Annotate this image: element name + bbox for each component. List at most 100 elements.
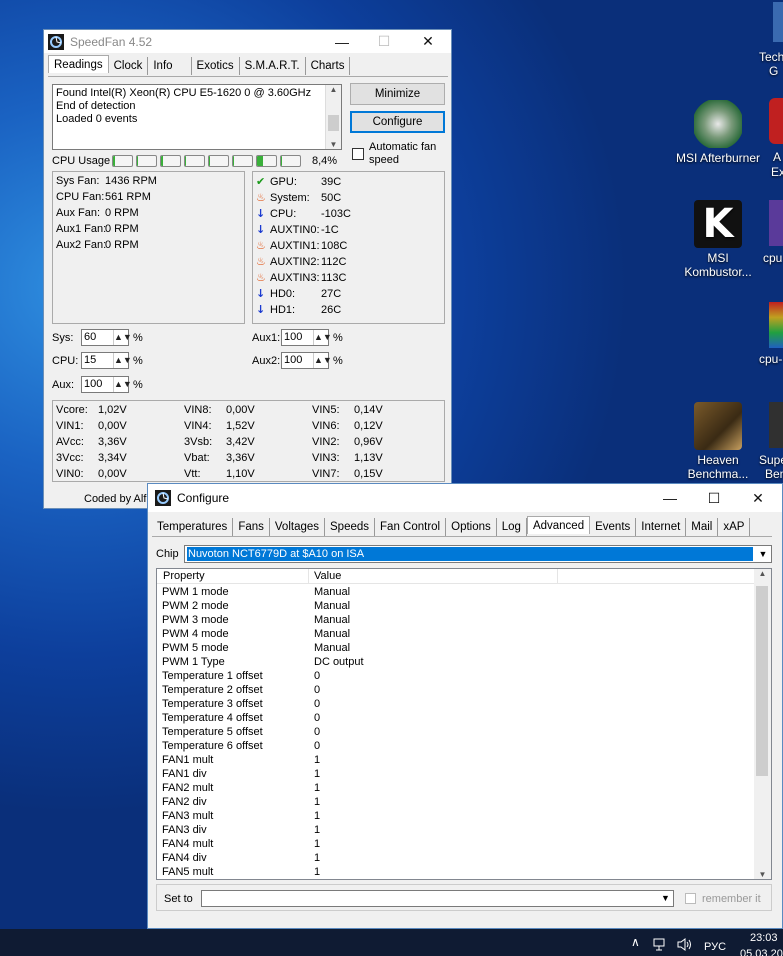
fan-row: Sys Fan: 1436 RPM xyxy=(56,175,157,187)
desktop-icon-afterburner[interactable]: MSI Afterburner xyxy=(675,100,761,165)
cpu-core-fill xyxy=(209,156,211,166)
tab-temperatures[interactable]: Temperatures xyxy=(152,518,234,536)
clock-date[interactable]: 05.03.20 xyxy=(740,948,783,956)
scroll-down-icon[interactable]: ▼ xyxy=(326,140,341,149)
minimize-window-button[interactable]: — xyxy=(648,484,692,512)
clock-time[interactable]: 23:03 xyxy=(750,932,778,944)
tab-readings[interactable]: Readings xyxy=(48,55,109,73)
scroll-up-icon[interactable]: ▲ xyxy=(754,569,771,578)
flame-icon: ♨ xyxy=(256,255,266,268)
scroll-thumb[interactable] xyxy=(756,586,768,776)
desktop-icon-kombustor[interactable]: K MSI Kombustor... xyxy=(675,200,761,279)
volume-icon[interactable] xyxy=(677,938,693,951)
property-value: 1 xyxy=(314,796,321,808)
tab-voltages[interactable]: Voltages xyxy=(270,518,326,536)
log-scrollbar[interactable]: ▲ ▼ xyxy=(325,85,341,149)
desktop-icon-label: Heaven Benchma... xyxy=(687,453,749,481)
tab-charts[interactable]: Charts xyxy=(306,57,351,75)
spinner-arrows-icon[interactable]: ▲▼ xyxy=(113,330,132,345)
tab-xap[interactable]: xAP xyxy=(718,518,751,536)
tab-fan-control[interactable]: Fan Control xyxy=(375,518,447,536)
aux2-speed-spinner[interactable]: 100 ▲▼ xyxy=(281,352,332,369)
set-to-select[interactable]: ▼ xyxy=(201,890,674,907)
column-header-property[interactable]: Property xyxy=(163,570,205,582)
log-line: End of detection xyxy=(56,100,136,112)
maximize-window-button[interactable]: ☐ xyxy=(364,30,404,53)
tab-speeds[interactable]: Speeds xyxy=(325,518,376,536)
listview-scrollbar[interactable]: ▲ ▼ xyxy=(754,569,771,879)
spinner-arrows-icon[interactable]: ▲▼ xyxy=(313,330,332,345)
tab-internet[interactable]: Internet xyxy=(636,518,687,536)
log-box[interactable]: Found Intel(R) Xeon(R) CPU E5-1620 0 @ 3… xyxy=(52,84,342,150)
chip-select[interactable]: Nuvoton NCT6779D at $A10 on ISA ▼ xyxy=(184,545,772,563)
chevron-down-icon[interactable]: ▼ xyxy=(658,891,673,906)
tab-log[interactable]: Log xyxy=(497,518,527,536)
language-indicator[interactable]: РУС xyxy=(704,941,726,953)
fan-value: 0 RPM xyxy=(105,207,139,219)
scroll-down-icon[interactable]: ▼ xyxy=(754,870,771,879)
close-window-button[interactable]: ✕ xyxy=(408,30,448,53)
fan-row: Aux2 Fan:0 RPM xyxy=(56,239,139,251)
property-value: Manual xyxy=(314,628,351,640)
tab-clock[interactable]: Clock xyxy=(109,57,149,75)
cpu-core-bar xyxy=(256,155,277,167)
network-icon[interactable] xyxy=(653,938,669,951)
spinner-arrows-icon[interactable]: ▲▼ xyxy=(113,353,132,368)
maximize-window-button[interactable]: ☐ xyxy=(692,484,736,512)
configure-button[interactable]: Configure xyxy=(350,111,445,133)
properties-listview[interactable]: Property Value PWM 1 mode Manual PWM 2 mod… xyxy=(156,568,772,880)
temp-value: 108C xyxy=(321,240,348,252)
edge-icon-2 xyxy=(769,98,783,144)
column-header-value[interactable]: Value xyxy=(314,570,341,582)
tab-events[interactable]: Events xyxy=(590,518,637,536)
close-window-button[interactable]: ✕ xyxy=(736,484,780,512)
sys-speed-value: 60 xyxy=(84,331,97,343)
tab-mail[interactable]: Mail xyxy=(686,518,719,536)
chevron-down-icon[interactable]: ▼ xyxy=(755,546,771,562)
cpu-speed-value: 15 xyxy=(84,354,97,366)
auto-fan-checkbox[interactable] xyxy=(352,148,364,160)
speedfan-titlebar[interactable]: SpeedFan 4.52 — ☐ ✕ xyxy=(44,30,451,53)
spinner-arrows-icon[interactable]: ▲▼ xyxy=(113,377,132,392)
aux1-speed-spinner[interactable]: 100 ▲▼ xyxy=(281,329,332,346)
property-value: 0 xyxy=(314,740,321,752)
minimize-window-button[interactable]: — xyxy=(322,30,362,53)
sys-speed-label: Sys: xyxy=(52,332,74,344)
sys-speed-spinner[interactable]: 60 ▲▼ xyxy=(81,329,132,346)
tab-smart[interactable]: S.M.A.R.T. xyxy=(240,57,306,75)
tab-exotics[interactable]: Exotics xyxy=(192,57,240,75)
tab-options[interactable]: Options xyxy=(446,518,497,536)
voltage-row: VIN1: 0,00V xyxy=(56,420,127,432)
cpu-core-fill xyxy=(257,156,263,166)
property-name: FAN3 mult xyxy=(162,810,214,822)
voltage-name: Vbat: xyxy=(184,452,210,464)
minimize-button[interactable]: Minimize xyxy=(350,83,445,105)
property-name: PWM 1 Type xyxy=(162,656,225,668)
aux-speed-spinner[interactable]: 100 ▲▼ xyxy=(81,376,132,393)
temp-row: ♨ System: 50C xyxy=(256,191,341,204)
voltage-row: Vcore: 1,02V xyxy=(56,404,127,416)
desktop-icon-heaven[interactable]: Heaven Benchma... xyxy=(675,402,761,481)
fan-row: Aux Fan: 0 RPM xyxy=(56,207,139,219)
temp-name: AUXTIN1: xyxy=(270,240,320,252)
taskbar: ∧ РУС 23:03 05.03.20 xyxy=(0,929,783,956)
scroll-thumb[interactable] xyxy=(328,115,339,131)
cpu-speed-spinner[interactable]: 15 ▲▼ xyxy=(81,352,132,369)
spinner-arrows-icon[interactable]: ▲▼ xyxy=(313,353,332,368)
tab-info[interactable]: Info xyxy=(148,57,192,75)
pct-sign: % xyxy=(133,332,143,344)
edge-icon-4 xyxy=(769,302,783,348)
temp-value: -103C xyxy=(321,208,351,220)
aux-speed-label: Aux: xyxy=(52,379,75,391)
tab-advanced[interactable]: Advanced xyxy=(526,516,591,534)
voltage-name: 3Vsb: xyxy=(184,436,213,448)
voltage-value: 0,96V xyxy=(354,436,383,448)
configure-titlebar[interactable]: Configure — ☐ ✕ xyxy=(148,484,782,512)
tab-fans[interactable]: Fans xyxy=(233,518,270,536)
scroll-up-icon[interactable]: ▲ xyxy=(326,85,341,94)
show-hidden-icons-button[interactable]: ∧ xyxy=(631,935,640,949)
remember-checkbox[interactable] xyxy=(685,893,696,904)
voltage-name: VIN3: xyxy=(312,452,340,464)
cpu-core-fill xyxy=(161,156,163,166)
aux2-speed-label: Aux2: xyxy=(252,355,281,367)
